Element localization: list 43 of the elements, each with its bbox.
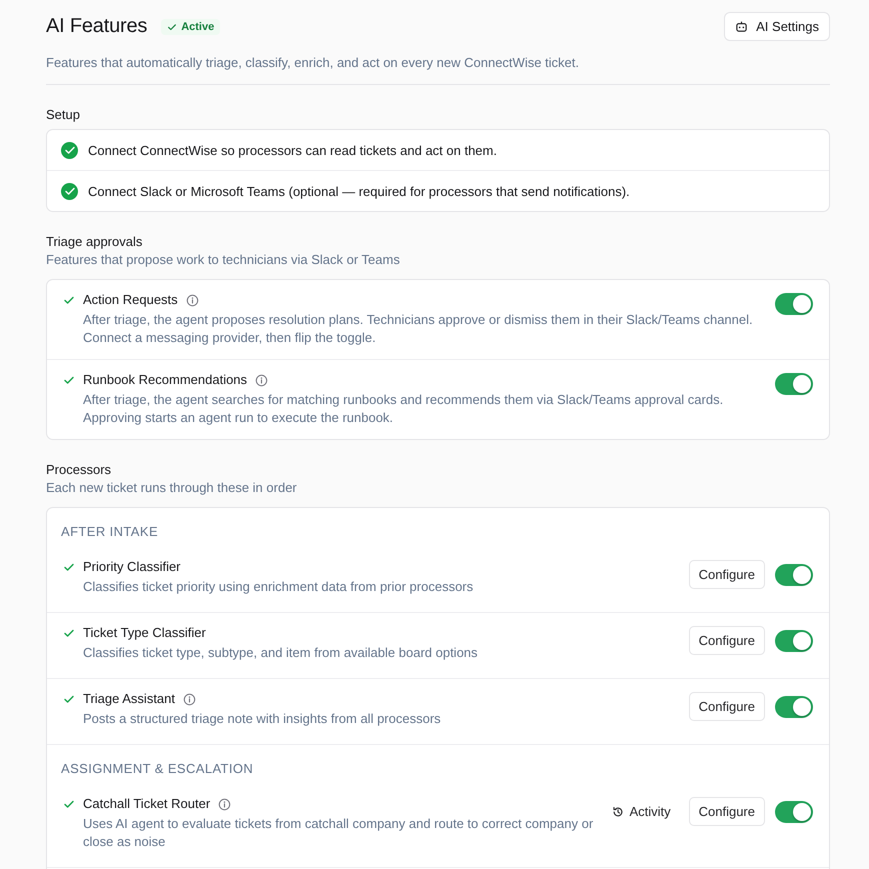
section-subtitle: Features that propose work to technicians via Slack or Teams [46,252,401,267]
page-title: AI Features [46,15,148,38]
group-heading: ASSIGNMENT & ESCALATION [60,760,254,778]
toggle-switch[interactable] [775,373,813,395]
section-title: Setup [46,107,81,122]
feature-description: Classifies ticket priority using enrichment data from prior processors [83,578,474,596]
configure-button[interactable]: Configure [688,692,765,721]
feature-description: Uses AI agent to evaluate tickets from catchall company and route to correct company or close as noise [83,815,594,851]
robot-icon [735,20,748,33]
setup-step: Connect Slack or Microsoft Teams (optional — required for processors that send notifications). [88,184,630,198]
history-icon [612,806,624,818]
feature-name: Ticket Type Classifier [83,625,206,641]
ai-settings-button[interactable]: AI Settings [724,12,830,41]
feature-name: Action Requests [83,292,178,308]
configure-button[interactable]: Configure [688,626,765,655]
feature-description: After triage, the agent proposes resolution plans. Technicians approve or dismiss them in their Slack/Teams channel. Connect a messaging provider, then flip the toggle. [83,311,754,347]
info-icon[interactable] [218,798,232,810]
page-subtitle: Features that automatically triage, classify, enrich, and act on every new ConnectWise ticket. [46,55,580,70]
toggle-switch[interactable] [775,564,813,586]
info-icon[interactable] [186,294,199,306]
feature-description: After triage, the agent searches for matching runbooks and recommends them via Slack/Teams approval cards. Approving starts an agent run to execute the runbook. [83,391,724,427]
configure-button[interactable]: Configure [688,797,765,826]
feature-name: Priority Classifier [83,559,181,575]
section-subtitle: Each new ticket runs through these in order [46,480,298,495]
feature-description: Posts a structured triage note with insights from all processors [83,710,442,728]
toggle-switch[interactable] [775,696,813,718]
check-icon [167,22,178,32]
info-icon[interactable] [255,374,268,386]
status-badge: Active [161,18,220,34]
toggle-switch[interactable] [775,293,813,315]
feature-description: Classifies ticket type, subtype, and item from available board options [83,644,479,662]
group-heading: AFTER INTAKE [60,523,160,541]
toggle-switch[interactable] [775,800,813,822]
activity-button[interactable]: Activity [604,800,679,823]
toggle-switch[interactable] [775,630,813,652]
feature-name: Triage Assistant [83,691,176,707]
section-title: Triage approvals [46,234,144,249]
feature-name: Catchall Ticket Router [83,796,210,812]
setup-step: Connect ConnectWise so processors can read tickets and act on them. [88,142,497,158]
configure-button[interactable]: Configure [688,560,765,589]
info-icon[interactable] [183,692,196,706]
feature-name: Runbook Recommendations [83,372,248,388]
section-title: Processors [46,462,112,477]
